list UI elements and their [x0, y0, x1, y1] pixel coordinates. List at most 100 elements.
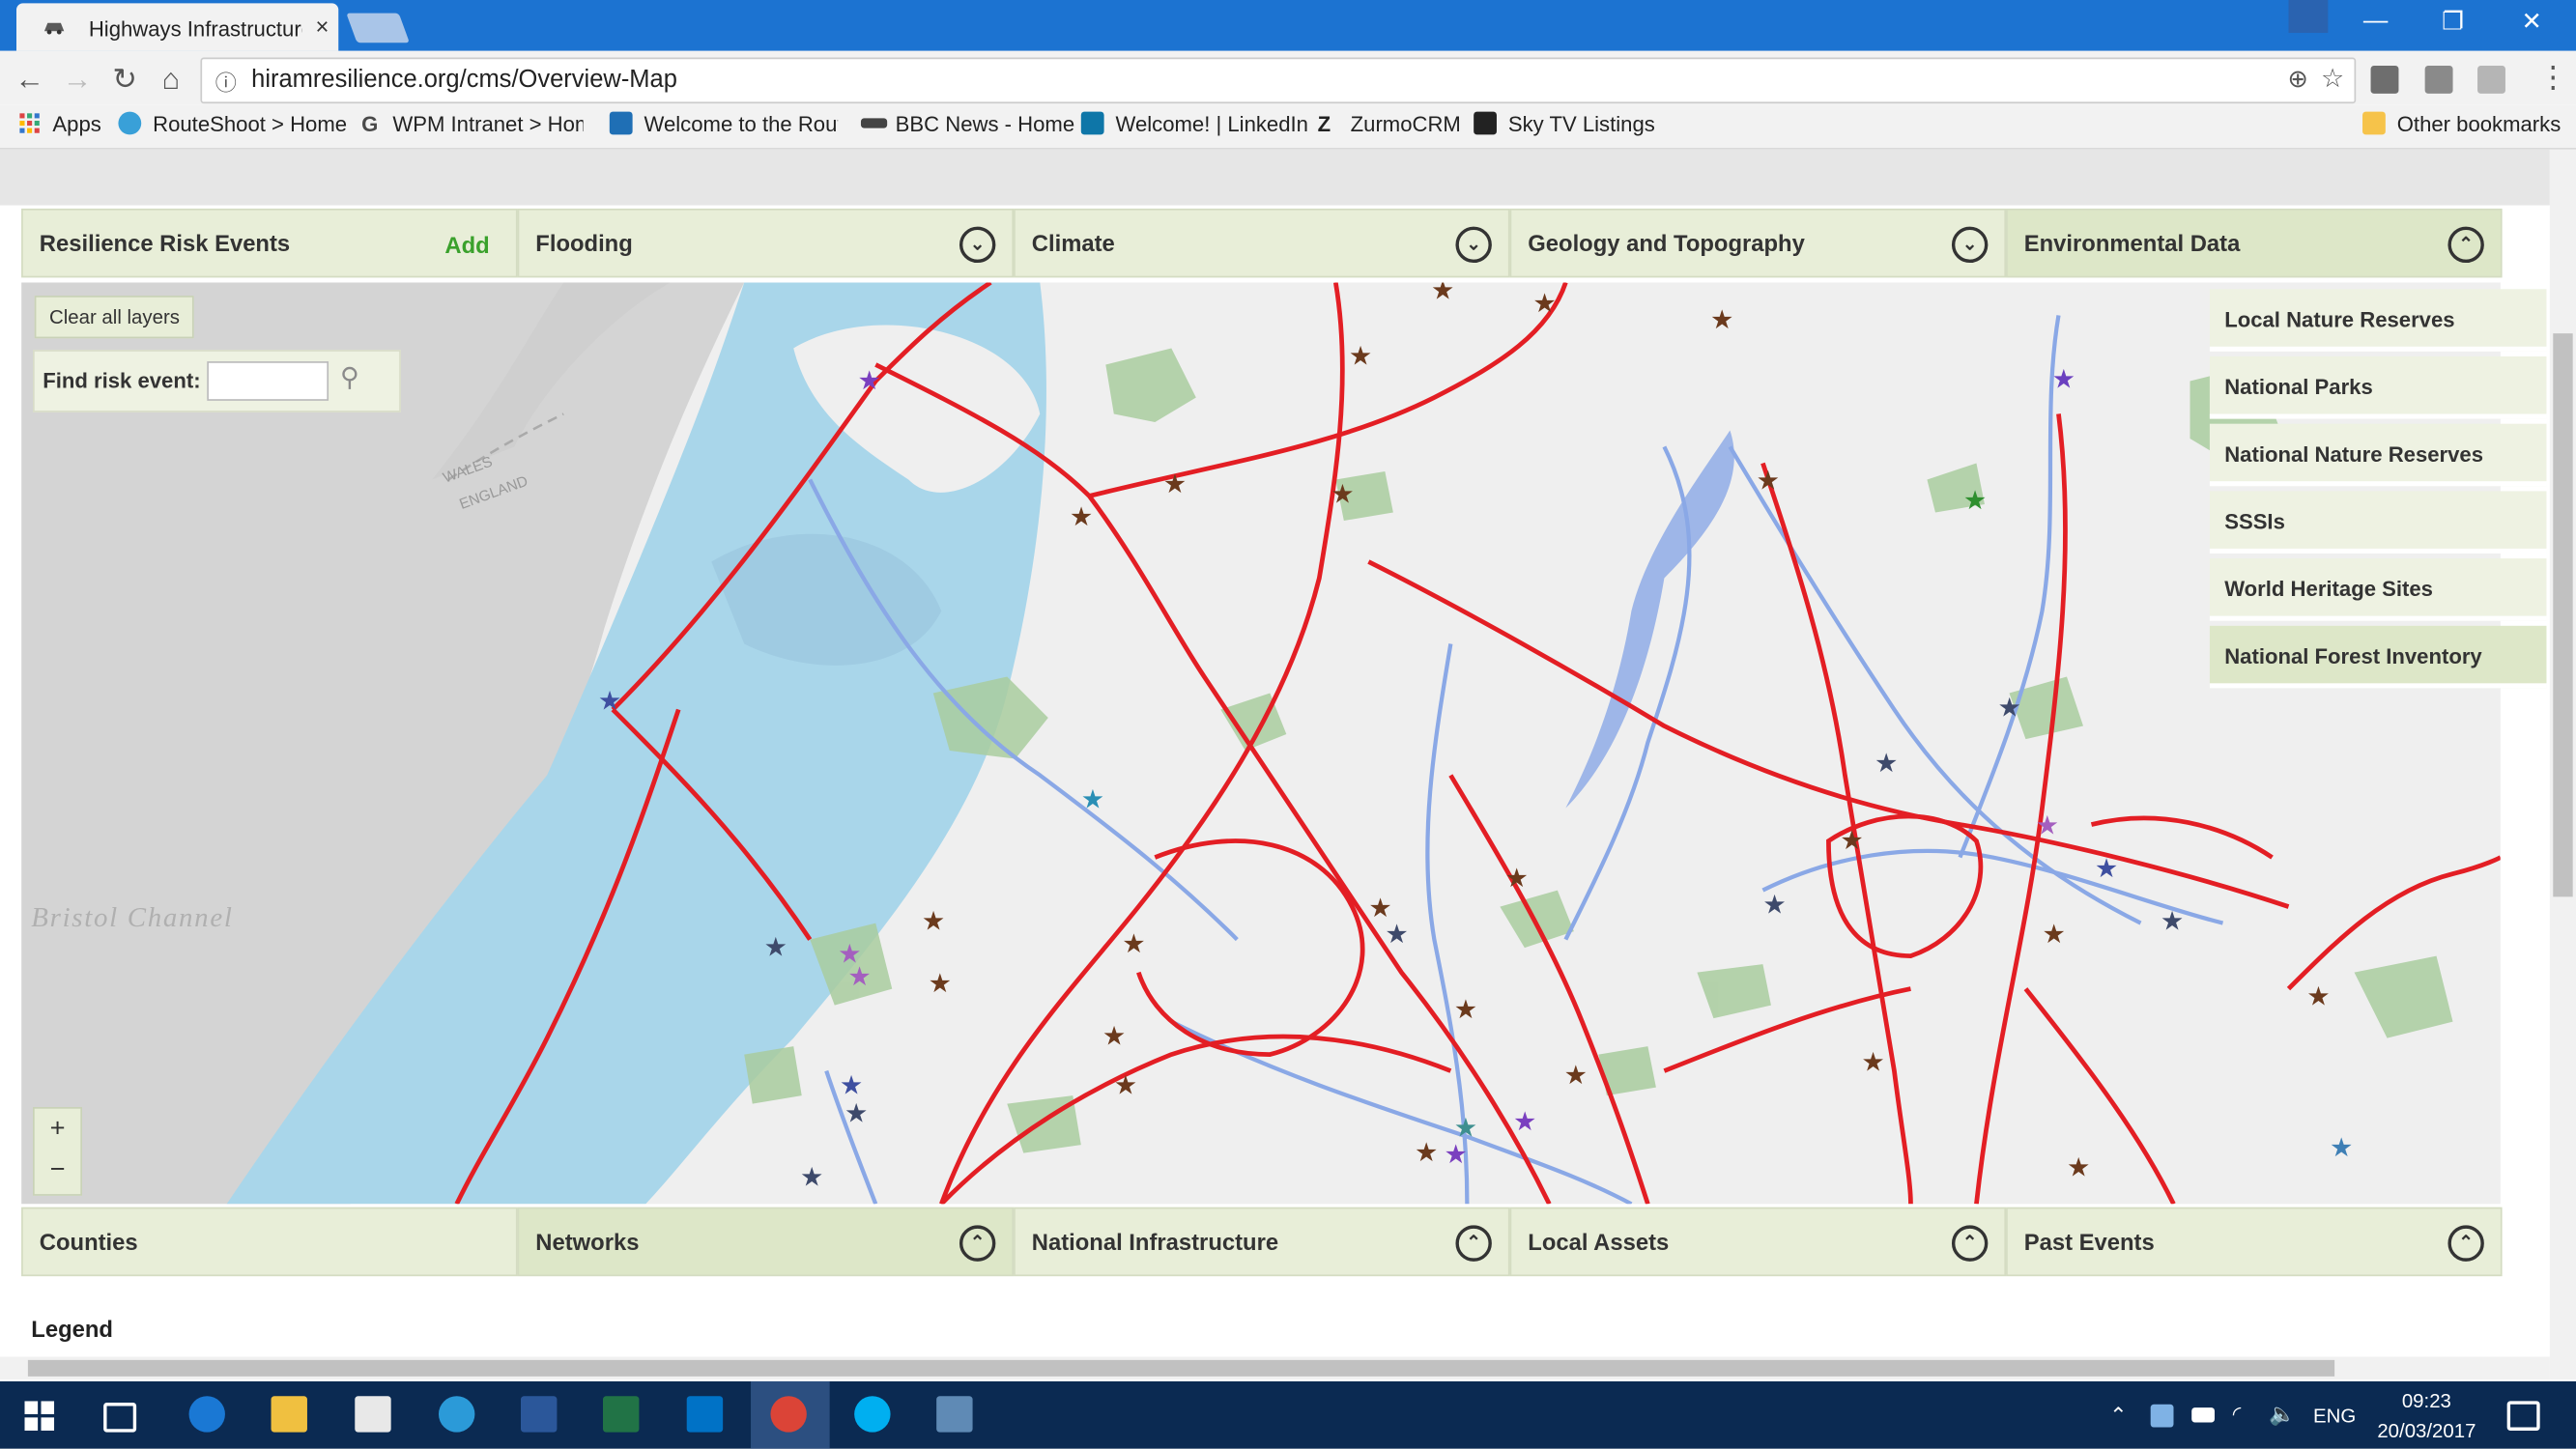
new-tab-button[interactable]: [346, 13, 410, 43]
bookmark-welcome-route[interactable]: Welcome to the Rout: [644, 112, 839, 137]
chevron-up-icon[interactable]: ⌃: [2447, 1225, 2484, 1262]
panel-geology-topography[interactable]: Geology and Topography ⌄: [1509, 208, 2007, 278]
add-button[interactable]: Add: [444, 232, 489, 258]
skype-icon[interactable]: [854, 1396, 891, 1433]
back-arrow-icon[interactable]: ←: [14, 63, 46, 98]
star-marker-icon: ★: [1081, 785, 1104, 815]
bookmark-routeshoot[interactable]: RouteShoot > Home: [153, 112, 347, 137]
map-canvas[interactable]: WALES ENGLAND Bristol Channel ★ ★ ★ ★ ★ …: [21, 282, 2501, 1205]
star-marker-icon: ★: [847, 962, 871, 992]
chrome-menu-icon[interactable]: ⋮: [2538, 61, 2568, 96]
star-marker-icon: ★: [800, 1163, 823, 1193]
word-icon[interactable]: [520, 1396, 558, 1433]
language-indicator[interactable]: ENG: [2313, 1405, 2356, 1428]
star-marker-icon: ★: [1564, 1061, 1588, 1091]
chevron-down-icon[interactable]: ⌄: [1455, 226, 1492, 264]
chevron-up-icon[interactable]: ⌃: [959, 1225, 996, 1262]
volume-icon[interactable]: 🔈: [2269, 1401, 2296, 1427]
search-icon[interactable]: ⚲: [340, 361, 359, 394]
store-icon[interactable]: [355, 1396, 391, 1433]
panel-local-assets[interactable]: Local Assets ⌃: [1509, 1207, 2007, 1277]
file-explorer-icon[interactable]: [271, 1396, 307, 1433]
menu-item-sssis[interactable]: SSSIs: [2209, 491, 2547, 554]
menu-item-world-heritage-sites[interactable]: World Heritage Sites: [2209, 558, 2547, 621]
zoom-out-button[interactable]: −: [35, 1151, 81, 1191]
chevron-up-icon[interactable]: ⌃: [2447, 226, 2484, 264]
panel-national-infrastructure[interactable]: National Infrastructure ⌃: [1014, 1207, 1510, 1277]
clock-date[interactable]: 20/03/2017: [2377, 1419, 2476, 1442]
star-marker-icon: ★: [1163, 469, 1187, 499]
star-marker-icon: ★: [2036, 811, 2059, 841]
map-view[interactable]: WALES ENGLAND Bristol Channel ★ ★ ★ ★ ★ …: [21, 282, 2501, 1205]
bookmark-zurmocrm[interactable]: ZurmoCRM: [1351, 112, 1461, 137]
menu-item-local-nature-reserves[interactable]: Local Nature Reserves: [2209, 289, 2547, 352]
wifi-icon[interactable]: ◜: [2233, 1401, 2242, 1427]
menu-item-national-parks[interactable]: National Parks: [2209, 355, 2547, 419]
star-marker-icon: ★: [1875, 749, 1898, 779]
vertical-scroll-thumb[interactable]: [2553, 333, 2573, 897]
tab-close-icon[interactable]: ×: [315, 14, 329, 40]
panel-label: Geology and Topography: [1528, 230, 1805, 257]
bookmark-star-icon[interactable]: ☆: [2321, 63, 2344, 96]
extension-icon[interactable]: [2370, 66, 2399, 94]
panel-label: Environmental Data: [2023, 230, 2241, 257]
forward-arrow-icon[interactable]: →: [61, 63, 94, 98]
folder-icon: [2362, 111, 2386, 135]
zoom-icon[interactable]: ⊕: [2288, 64, 2308, 94]
show-hidden-icons-icon[interactable]: ⌃: [2109, 1403, 2128, 1429]
bookmark-linkedin[interactable]: Welcome! | LinkedIn: [1116, 112, 1308, 137]
panel-counties[interactable]: Counties: [21, 1207, 518, 1277]
address-bar[interactable]: ⓘ hiramresilience.org/cms/Overview-Map ⊕…: [200, 57, 2357, 104]
page-header-strip: [0, 149, 2550, 206]
panel-networks[interactable]: Networks ⌃: [517, 1207, 1015, 1277]
linkedin-icon: [1080, 111, 1104, 135]
chevron-down-icon[interactable]: ⌄: [1951, 226, 1989, 264]
routeshoot-icon: [118, 111, 142, 135]
bookmark-apps[interactable]: Apps: [52, 112, 100, 137]
zoom-in-button[interactable]: +: [35, 1110, 81, 1150]
star-marker-icon: ★: [1513, 1107, 1536, 1137]
restore-button[interactable]: ❐: [2420, 7, 2486, 37]
dropbox-icon[interactable]: [2150, 1404, 2174, 1428]
edge-icon[interactable]: [188, 1396, 225, 1433]
battery-icon[interactable]: [2191, 1407, 2216, 1423]
bookmark-sky-tv[interactable]: Sky TV Listings: [1508, 112, 1655, 137]
menu-item-national-forest-inventory[interactable]: National Forest Inventory: [2209, 625, 2547, 689]
clear-all-layers-button[interactable]: Clear all layers: [34, 296, 195, 339]
chevron-up-icon[interactable]: ⌃: [1455, 1225, 1492, 1262]
url-text[interactable]: hiramresilience.org/cms/Overview-Map: [251, 66, 677, 94]
task-view-icon[interactable]: [103, 1403, 137, 1433]
horizontal-scroll-thumb[interactable]: [27, 1359, 2335, 1377]
star-marker-icon: ★: [2306, 982, 2330, 1012]
chevron-down-icon[interactable]: ⌄: [959, 226, 996, 264]
panel-climate[interactable]: Climate ⌄: [1014, 208, 1510, 278]
find-risk-event-input[interactable]: [207, 361, 329, 401]
minimize-button[interactable]: —: [2343, 7, 2409, 35]
panel-past-events[interactable]: Past Events ⌃: [2006, 1207, 2503, 1277]
home-icon[interactable]: ⌂: [155, 63, 187, 98]
clock-time[interactable]: 09:23: [2402, 1389, 2451, 1412]
panel-resilience-risk-events[interactable]: Resilience Risk Events Add: [21, 208, 518, 278]
profile-icon[interactable]: [2288, 0, 2329, 34]
panel-flooding[interactable]: Flooding ⌄: [517, 208, 1015, 278]
notifications-icon[interactable]: [2506, 1401, 2540, 1431]
chrome-icon[interactable]: [770, 1396, 807, 1433]
chevron-up-icon[interactable]: ⌃: [1951, 1225, 1989, 1262]
other-bookmarks[interactable]: Other bookmarks: [2397, 112, 2562, 137]
star-marker-icon: ★: [2042, 920, 2065, 950]
internet-explorer-icon[interactable]: [438, 1396, 475, 1433]
excel-icon[interactable]: [603, 1396, 640, 1433]
bookmark-bbc-news[interactable]: BBC News - Home: [896, 112, 1074, 137]
browser-tab[interactable]: Highways Infrastructure I ×: [16, 3, 339, 51]
extension-icon[interactable]: [2477, 66, 2505, 94]
panel-environmental-data[interactable]: Environmental Data ⌃: [2006, 208, 2503, 278]
reload-icon[interactable]: ↻: [108, 63, 141, 98]
site-info-icon[interactable]: ⓘ: [215, 66, 237, 97]
menu-item-national-nature-reserves[interactable]: National Nature Reserves: [2209, 423, 2547, 487]
outlook-icon[interactable]: [686, 1396, 724, 1433]
extension-icon[interactable]: [2424, 66, 2453, 94]
bookmark-wpm-intranet[interactable]: WPM Intranet > Hom: [392, 112, 583, 137]
window-close-button[interactable]: ✕: [2499, 7, 2564, 37]
windows-start-icon[interactable]: [24, 1401, 55, 1431]
app-icon[interactable]: [936, 1396, 973, 1433]
